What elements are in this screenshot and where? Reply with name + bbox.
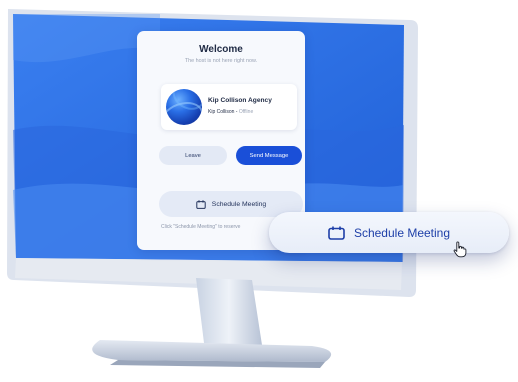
host-person: Kip Collison (208, 109, 235, 115)
monitor-stand (196, 278, 262, 345)
host-avatar (166, 89, 202, 125)
calendar-icon (196, 199, 206, 209)
dialog-subtitle: The host is not here right now. (184, 58, 258, 64)
leave-button[interactable]: Leave (159, 146, 227, 165)
schedule-meeting-callout-button[interactable]: Schedule Meeting (269, 212, 509, 253)
host-agency-name: Kip Collison Agency (208, 97, 272, 104)
calendar-icon (328, 226, 345, 240)
host-status-line: Kip Collison - Offline (208, 109, 253, 115)
schedule-meeting-callout-label: Schedule Meeting (353, 225, 451, 240)
send-message-button[interactable]: Send Message (236, 146, 302, 165)
hand-pointer-icon (453, 241, 467, 263)
schedule-meeting-label: Schedule Meeting (211, 200, 267, 208)
monitor-base (92, 340, 332, 362)
host-card: Kip Collison Agency Kip Collison - Offli… (161, 84, 297, 130)
dialog-title: Welcome (199, 44, 243, 55)
scene: Welcome The host is not here right now. … (0, 0, 518, 382)
schedule-hint-text: Click "Schedule Meeting" to reserve (161, 224, 241, 230)
host-status: Offline (238, 109, 254, 115)
